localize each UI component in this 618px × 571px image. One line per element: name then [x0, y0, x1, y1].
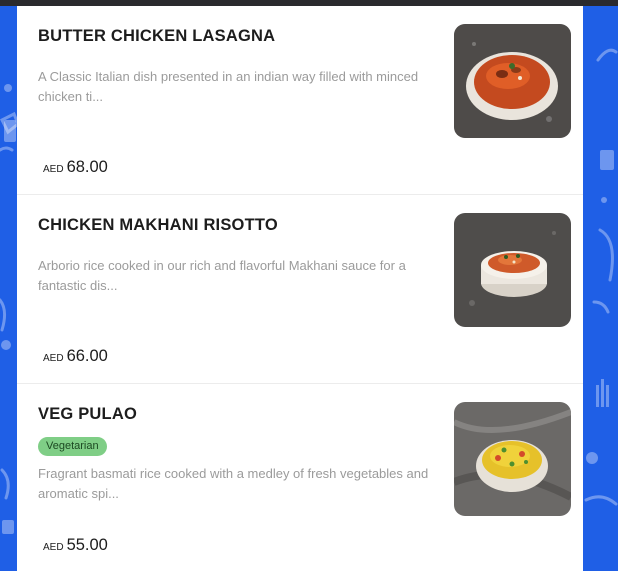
item-name: CHICKEN MAKHANI RISOTTO: [38, 216, 278, 234]
item-name: VEG PULAO: [38, 405, 137, 423]
veg-pulao-photo[interactable]: [454, 402, 571, 516]
item-description: A Classic Italian dish presented in an i…: [38, 69, 419, 104]
menu-item-chicken-makhani-risotto[interactable]: CHICKEN MAKHANI RISOTTO Arborio rice coo…: [17, 195, 583, 384]
item-price: AED 66.00: [43, 347, 108, 366]
currency-label: AED: [43, 353, 64, 364]
item-price: AED 68.00: [43, 158, 108, 177]
price-value: 68.00: [66, 158, 108, 176]
menu-list: BUTTER CHICKEN LASAGNA A Classic Italian…: [17, 6, 583, 571]
currency-label: AED: [43, 542, 64, 553]
butter-chicken-lasagna-photo[interactable]: [454, 24, 571, 138]
vegetarian-badge: Vegetarian: [38, 437, 107, 456]
item-price: AED 55.00: [43, 536, 108, 555]
price-value: 66.00: [66, 347, 108, 365]
price-value: 55.00: [66, 536, 108, 554]
menu-item-butter-chicken-lasagna[interactable]: BUTTER CHICKEN LASAGNA A Classic Italian…: [17, 6, 583, 195]
menu-item-veg-pulao[interactable]: VEG PULAO Vegetarian Fragrant basmati ri…: [17, 384, 583, 571]
item-description: Fragrant basmati rice cooked with a medl…: [38, 466, 429, 501]
item-description: Arborio rice cooked in our rich and flav…: [38, 258, 406, 293]
item-name: BUTTER CHICKEN LASAGNA: [38, 27, 276, 45]
currency-label: AED: [43, 164, 64, 175]
chicken-makhani-risotto-photo[interactable]: [454, 213, 571, 327]
